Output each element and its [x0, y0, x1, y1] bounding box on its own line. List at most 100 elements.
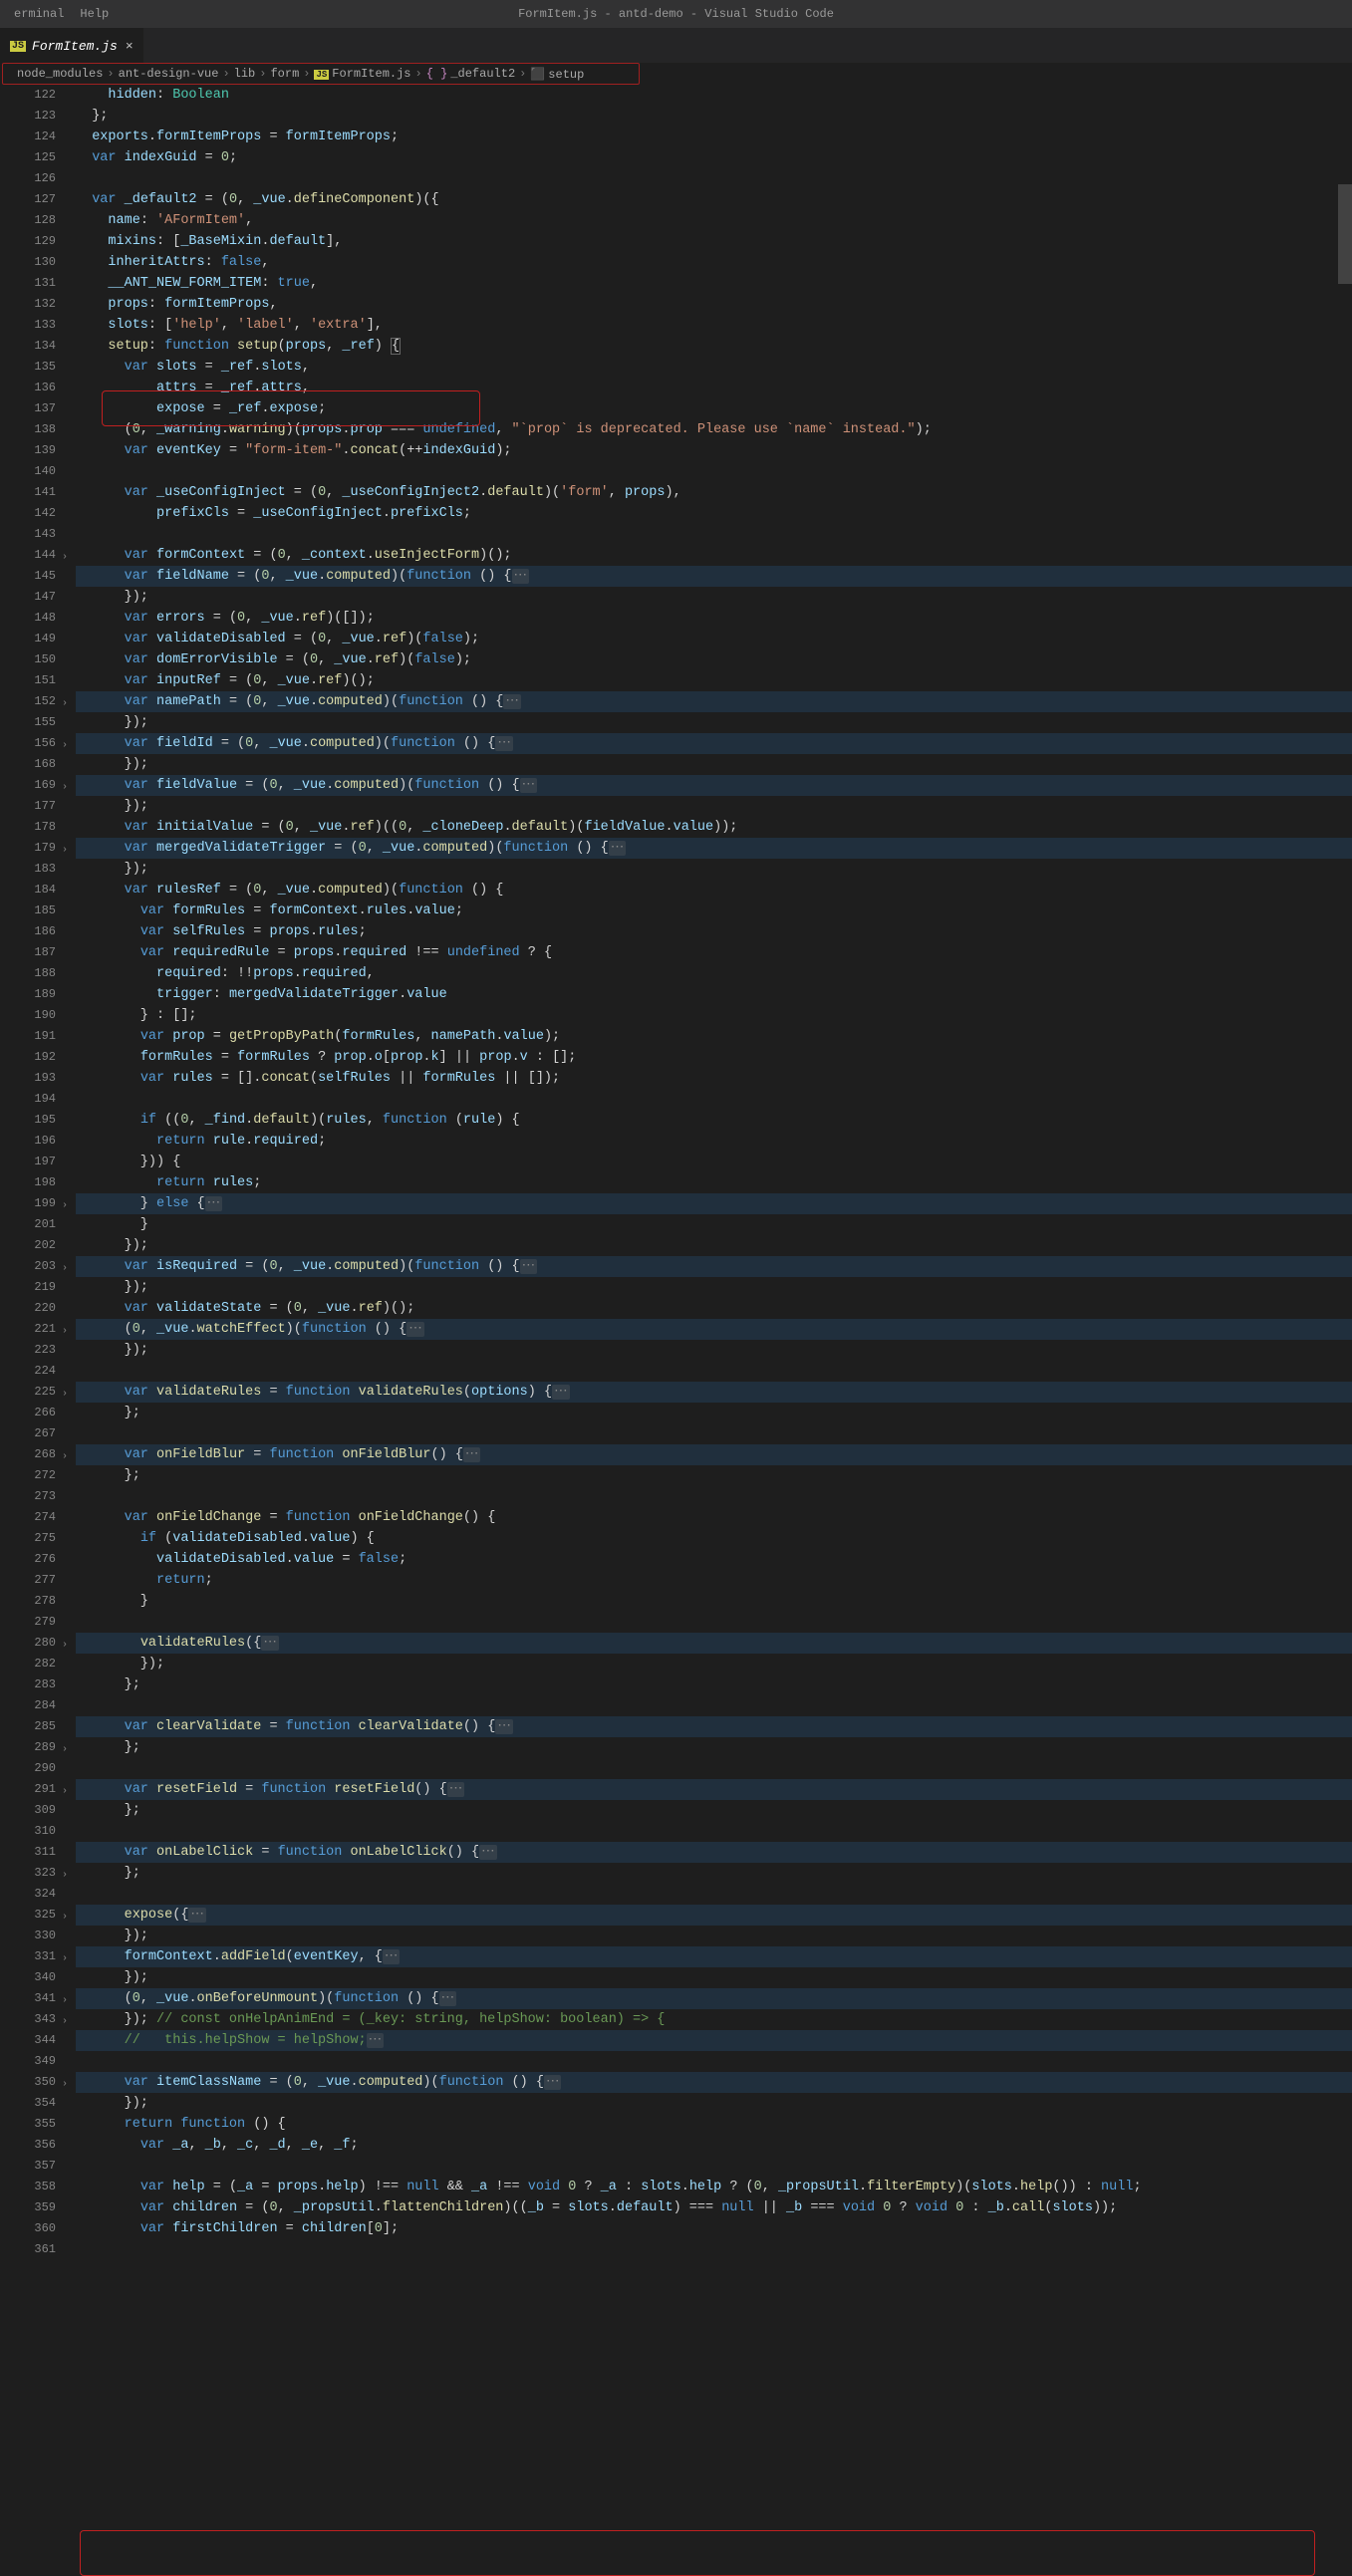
code-line[interactable]: setup: function setup(props, _ref) {: [76, 336, 1352, 357]
code-line[interactable]: var onFieldBlur = function onFieldBlur()…: [76, 1444, 1352, 1465]
code-line[interactable]: var errors = (0, _vue.ref)([]);: [76, 608, 1352, 629]
code-line[interactable]: });: [76, 1277, 1352, 1298]
code-line[interactable]: attrs = _ref.attrs,: [76, 378, 1352, 398]
code-line[interactable]: exports.formItemProps = formItemProps;: [76, 127, 1352, 147]
code-line[interactable]: var domErrorVisible = (0, _vue.ref)(fals…: [76, 649, 1352, 670]
code-line[interactable]: return rules;: [76, 1172, 1352, 1193]
code-line[interactable]: var namePath = (0, _vue.computed)(functi…: [76, 691, 1352, 712]
code-line[interactable]: });: [76, 2093, 1352, 2114]
breadcrumb-item[interactable]: { }_default2: [426, 67, 515, 81]
code-line[interactable]: });: [76, 1235, 1352, 1256]
code-line[interactable]: [76, 1612, 1352, 1633]
code-line[interactable]: props: formItemProps,: [76, 294, 1352, 315]
code-line[interactable]: return rule.required;: [76, 1131, 1352, 1152]
code-line[interactable]: if ((0, _find.default)(rules, function (…: [76, 1110, 1352, 1131]
code-line[interactable]: var validateDisabled = (0, _vue.ref)(fal…: [76, 629, 1352, 649]
code-line[interactable]: var prop = getPropByPath(formRules, name…: [76, 1026, 1352, 1047]
code-line[interactable]: var rules = [].concat(selfRules || formR…: [76, 1068, 1352, 1089]
code-line[interactable]: var help = (_a = props.help) !== null &&…: [76, 2177, 1352, 2197]
code-line[interactable]: };: [76, 1863, 1352, 1884]
code-line[interactable]: var fieldValue = (0, _vue.computed)(func…: [76, 775, 1352, 796]
code-line[interactable]: });: [76, 1654, 1352, 1674]
code-line[interactable]: var onFieldChange = function onFieldChan…: [76, 1507, 1352, 1528]
code-line[interactable]: [76, 2156, 1352, 2177]
code-line[interactable]: } : [];: [76, 1005, 1352, 1026]
code-area[interactable]: hidden: Boolean }; exports.formItemProps…: [76, 85, 1352, 2260]
code-line[interactable]: [76, 1089, 1352, 1110]
code-line[interactable]: })) {: [76, 1152, 1352, 1172]
code-line[interactable]: trigger: mergedValidateTrigger.value: [76, 984, 1352, 1005]
code-line[interactable]: [76, 1486, 1352, 1507]
code-line[interactable]: mixins: [_BaseMixin.default],: [76, 231, 1352, 252]
code-line[interactable]: [76, 1695, 1352, 1716]
code-line[interactable]: [76, 1361, 1352, 1382]
code-line[interactable]: var children = (0, _propsUtil.flattenChi…: [76, 2197, 1352, 2218]
editor[interactable]: 1221231241251261271281291301311321331341…: [0, 85, 1352, 2260]
code-line[interactable]: });: [76, 1967, 1352, 1988]
code-line[interactable]: var initialValue = (0, _vue.ref)((0, _cl…: [76, 817, 1352, 838]
code-line[interactable]: return;: [76, 1570, 1352, 1591]
code-line[interactable]: formContext.addField(eventKey, {⋯: [76, 1946, 1352, 1967]
code-line[interactable]: });: [76, 796, 1352, 817]
code-line[interactable]: } else {⋯: [76, 1193, 1352, 1214]
code-line[interactable]: [76, 461, 1352, 482]
code-line[interactable]: var eventKey = "form-item-".concat(++ind…: [76, 440, 1352, 461]
code-line[interactable]: });: [76, 1926, 1352, 1946]
code-line[interactable]: };: [76, 1465, 1352, 1486]
breadcrumb-item[interactable]: ⬛setup: [530, 67, 584, 82]
code-line[interactable]: [76, 2051, 1352, 2072]
code-line[interactable]: });: [76, 754, 1352, 775]
code-line[interactable]: }: [76, 1591, 1352, 1612]
code-line[interactable]: (0, _vue.onBeforeUnmount)(function () {⋯: [76, 1988, 1352, 2009]
code-line[interactable]: };: [76, 1800, 1352, 1821]
code-line[interactable]: var resetField = function resetField() {…: [76, 1779, 1352, 1800]
code-line[interactable]: expose({⋯: [76, 1905, 1352, 1926]
code-line[interactable]: formRules = formRules ? prop.o[prop.k] |…: [76, 1047, 1352, 1068]
code-line[interactable]: validateRules({⋯: [76, 1633, 1352, 1654]
code-line[interactable]: }); // const onHelpAnimEnd = (_key: stri…: [76, 2009, 1352, 2030]
code-line[interactable]: [76, 2239, 1352, 2260]
breadcrumb-item[interactable]: node_modules: [17, 67, 103, 81]
code-line[interactable]: var clearValidate = function clearValida…: [76, 1716, 1352, 1737]
code-line[interactable]: slots: ['help', 'label', 'extra'],: [76, 315, 1352, 336]
code-line[interactable]: required: !!props.required,: [76, 963, 1352, 984]
code-line[interactable]: prefixCls = _useConfigInject.prefixCls;: [76, 503, 1352, 524]
code-line[interactable]: var indexGuid = 0;: [76, 147, 1352, 168]
scrollbar-thumb[interactable]: [1338, 184, 1352, 284]
code-line[interactable]: };: [76, 106, 1352, 127]
code-line[interactable]: [76, 1423, 1352, 1444]
code-line[interactable]: var fieldId = (0, _vue.computed)(functio…: [76, 733, 1352, 754]
code-line[interactable]: [76, 168, 1352, 189]
code-line[interactable]: var mergedValidateTrigger = (0, _vue.com…: [76, 838, 1352, 859]
code-line[interactable]: if (validateDisabled.value) {: [76, 1528, 1352, 1549]
code-line[interactable]: (0, _vue.watchEffect)(function () {⋯: [76, 1319, 1352, 1340]
fold-gutter[interactable]: ›››››››››››››››››››: [62, 85, 76, 2260]
code-line[interactable]: var validateRules = function validateRul…: [76, 1382, 1352, 1403]
code-line[interactable]: (0, _warning.warning)(props.prop === und…: [76, 419, 1352, 440]
breadcrumb[interactable]: node_modules›ant-design-vue›lib›form›JSF…: [2, 63, 640, 85]
code-line[interactable]: var _useConfigInject = (0, _useConfigInj…: [76, 482, 1352, 503]
code-line[interactable]: [76, 1821, 1352, 1842]
code-line[interactable]: });: [76, 859, 1352, 880]
tab-formitem[interactable]: JS FormItem.js ×: [0, 28, 143, 63]
code-line[interactable]: [76, 1758, 1352, 1779]
code-line[interactable]: [76, 1884, 1352, 1905]
code-line[interactable]: });: [76, 587, 1352, 608]
code-line[interactable]: });: [76, 712, 1352, 733]
code-line[interactable]: var formContext = (0, _context.useInject…: [76, 545, 1352, 566]
code-line[interactable]: name: 'AFormItem',: [76, 210, 1352, 231]
code-line[interactable]: var itemClassName = (0, _vue.computed)(f…: [76, 2072, 1352, 2093]
code-line[interactable]: expose = _ref.expose;: [76, 398, 1352, 419]
breadcrumb-item[interactable]: lib: [234, 67, 256, 81]
vertical-scrollbar[interactable]: [1338, 85, 1352, 1678]
code-line[interactable]: __ANT_NEW_FORM_ITEM: true,: [76, 273, 1352, 294]
code-line[interactable]: inheritAttrs: false,: [76, 252, 1352, 273]
code-line[interactable]: };: [76, 1674, 1352, 1695]
code-line[interactable]: var formRules = formContext.rules.value;: [76, 901, 1352, 921]
code-line[interactable]: var fieldName = (0, _vue.computed)(funct…: [76, 566, 1352, 587]
code-line[interactable]: var _a, _b, _c, _d, _e, _f;: [76, 2135, 1352, 2156]
close-icon[interactable]: ×: [126, 39, 134, 54]
code-line[interactable]: var firstChildren = children[0];: [76, 2218, 1352, 2239]
code-line[interactable]: var selfRules = props.rules;: [76, 921, 1352, 942]
code-line[interactable]: };: [76, 1737, 1352, 1758]
